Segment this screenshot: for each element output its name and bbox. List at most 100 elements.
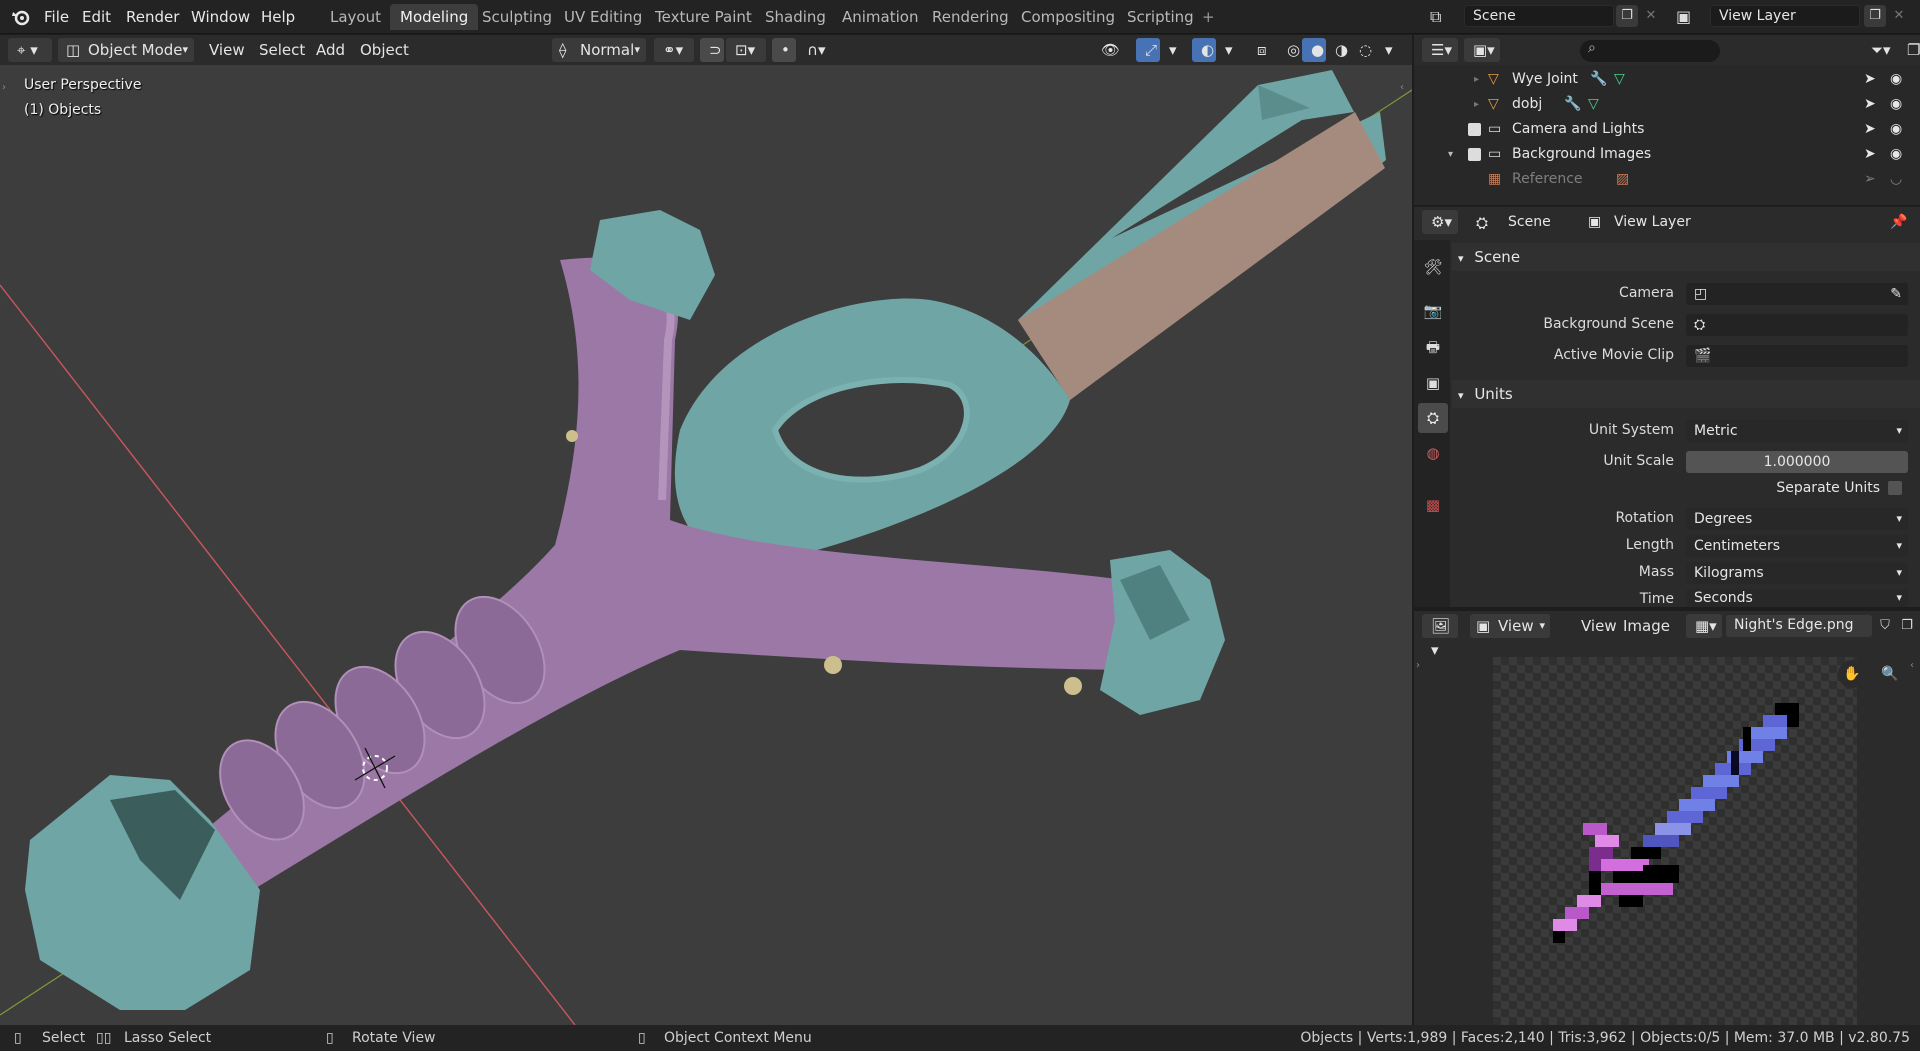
mode-selector[interactable]: ◫ Object Mode ▾ (58, 38, 194, 62)
rendered-shading-icon[interactable]: ◌ (1350, 38, 1374, 62)
selectable-arrow-icon[interactable]: ➤ (1864, 92, 1876, 117)
menu-file[interactable]: File (36, 0, 77, 34)
tab-scripting[interactable]: Scripting (1117, 4, 1204, 30)
tab-layout[interactable]: Layout (320, 4, 391, 30)
checkbox-icon[interactable] (1468, 123, 1481, 136)
browse-image-icon[interactable]: ▦▾ (1686, 614, 1722, 638)
image-editor-type-icon[interactable]: 🖼▾ (1422, 614, 1458, 659)
image-canvas[interactable] (1493, 657, 1857, 1025)
pivot-point-icon[interactable]: ⚭▾ (654, 38, 694, 62)
rotation-dropdown[interactable]: Degrees ▾ (1686, 508, 1908, 530)
filter-icon[interactable]: ⏷▾ (1862, 38, 1896, 62)
zoom-icon[interactable]: 🔍 (1876, 660, 1904, 688)
modifier-wrench-icon[interactable]: 🔧 (1590, 67, 1607, 92)
editor-type-icon[interactable]: ⌖ ▾ (8, 38, 52, 62)
visibility-icon[interactable]: 👁▾ (1092, 38, 1132, 83)
unit-scale-field[interactable]: 1.000000 (1686, 451, 1908, 473)
outliner-row[interactable]: ▸ ▽ Wye Joint 🔧 ▽ ➤ ◉ (1414, 67, 1920, 92)
selectable-arrow-icon[interactable]: ➤ (1864, 142, 1876, 167)
blender-logo-icon[interactable] (10, 7, 30, 27)
expand-arrow-icon[interactable]: ▸ (1474, 92, 1479, 117)
eye-icon[interactable]: ◉ (1890, 142, 1902, 167)
object-name[interactable]: dobj (1512, 92, 1542, 117)
close-scene-icon[interactable]: ✕ (1640, 5, 1662, 27)
menu-help[interactable]: Help (253, 0, 303, 34)
time-dropdown[interactable]: Seconds ▾ (1686, 589, 1908, 607)
collection-name[interactable]: Camera and Lights (1512, 117, 1644, 142)
mass-dropdown[interactable]: Kilograms ▾ (1686, 562, 1908, 584)
tab-modeling[interactable]: Modeling (390, 4, 479, 30)
tab-sculpting[interactable]: Sculpting (472, 4, 562, 30)
collection-name[interactable]: Background Images (1512, 142, 1651, 167)
menu-edit[interactable]: Edit (74, 0, 119, 34)
tab-compositing[interactable]: Compositing (1011, 4, 1125, 30)
menu-render[interactable]: Render (118, 0, 187, 34)
material-shading-icon[interactable]: ◑ (1326, 38, 1350, 62)
background-scene-field[interactable]: ⛭ (1686, 314, 1908, 336)
eye-icon[interactable]: ◉ (1890, 117, 1902, 142)
tool-tab-icon[interactable]: 🛠 (1418, 252, 1448, 282)
active-movie-clip-field[interactable]: 🎬 (1686, 345, 1908, 367)
eye-icon[interactable]: ◉ (1890, 92, 1902, 117)
view-layer-tab-icon[interactable]: ▣ (1418, 368, 1448, 398)
falloff-icon[interactable]: ∩▾ (798, 38, 836, 62)
outliner-search-input[interactable]: ⌕ (1580, 40, 1720, 62)
menu-select[interactable]: Select (250, 38, 314, 62)
selectable-arrow-icon[interactable]: ➤ (1864, 117, 1876, 142)
view-layer-icon[interactable]: ▣ (1676, 6, 1706, 28)
length-dropdown[interactable]: Centimeters ▾ (1686, 535, 1908, 557)
checkbox-icon[interactable] (1468, 148, 1481, 161)
xray-toggle-icon[interactable]: ⧈ (1248, 38, 1272, 62)
overlay-toggle-icon[interactable]: ◐ (1192, 38, 1216, 62)
solid-shading-icon[interactable]: ● (1302, 38, 1326, 62)
outliner-row[interactable]: ▸ ▽ dobj 🔧 ▽ ➤ ◉ (1414, 92, 1920, 117)
eyedropper-icon[interactable]: ✎ (1890, 283, 1902, 305)
outliner-row[interactable]: ▦ Reference ▨ ➢ ◡ (1414, 167, 1920, 192)
tab-rendering[interactable]: Rendering (922, 4, 1019, 30)
units-panel-header[interactable]: ▾ Units (1452, 380, 1920, 408)
sidebar-expand-icon[interactable]: ‹ (1910, 660, 1914, 671)
tab-animation[interactable]: Animation (832, 4, 928, 30)
eye-icon[interactable]: ◉ (1890, 67, 1902, 92)
view-layer-name-field[interactable]: View Layer (1710, 5, 1860, 27)
proportional-edit-icon[interactable]: • (772, 38, 796, 62)
outliner-editor-type-icon[interactable]: ☰▾ (1422, 38, 1458, 62)
new-image-icon[interactable]: ❐ (1896, 615, 1918, 637)
tab-texture-paint[interactable]: Texture Paint (645, 4, 762, 30)
close-view-layer-icon[interactable]: ✕ (1888, 5, 1910, 27)
toolbar-expand-icon[interactable]: › (2, 82, 6, 93)
view-mode-selector[interactable]: ▣ View ▾ (1470, 614, 1550, 638)
wireframe-shading-icon[interactable]: ◎ (1278, 38, 1302, 62)
3d-viewport[interactable]: User Perspective (1) Objects › ‹ (0, 65, 1412, 1025)
menu-image[interactable]: Image (1614, 614, 1679, 638)
snap-toggle-icon[interactable]: ⊃ (700, 38, 724, 62)
transform-orientation-selector[interactable]: ⟠ Normal ▾ (552, 38, 646, 62)
tab-uv-editing[interactable]: UV Editing (554, 4, 652, 30)
pan-hand-icon[interactable]: ✋ (1838, 660, 1866, 688)
new-scene-icon[interactable]: ❐ (1616, 5, 1638, 27)
separate-units-checkbox[interactable] (1888, 481, 1902, 495)
object-name[interactable]: Wye Joint (1512, 67, 1578, 92)
pin-icon[interactable]: 📌 (1890, 214, 1907, 230)
collapse-arrow-icon[interactable]: ▾ (1448, 142, 1453, 167)
new-view-layer-icon[interactable]: ❐ (1864, 5, 1886, 27)
unit-system-dropdown[interactable]: Metric ▾ (1686, 420, 1908, 442)
sidebar-expand-icon[interactable]: ‹ (1400, 82, 1404, 93)
new-collection-icon[interactable]: ❐ (1898, 38, 1920, 62)
selectable-arrow-icon[interactable]: ➤ (1864, 67, 1876, 92)
mesh-data-icon[interactable]: ▽ (1614, 67, 1625, 92)
properties-editor-type-icon[interactable]: ⚙▾ (1422, 210, 1458, 234)
overlay-options-icon[interactable]: ▾ (1216, 38, 1234, 62)
scene-icon[interactable]: ⧉ (1430, 6, 1460, 28)
outliner-row[interactable]: ▭ Camera and Lights ➤ ◉ (1414, 117, 1920, 142)
shading-options-icon[interactable]: ▾ (1376, 38, 1394, 62)
gizmo-toggle-icon[interactable]: ⤢ (1136, 38, 1160, 62)
gizmo-options-icon[interactable]: ▾ (1160, 38, 1178, 62)
menu-window[interactable]: Window (183, 0, 258, 34)
eye-closed-icon[interactable]: ◡ (1890, 167, 1902, 192)
scene-panel-header[interactable]: ▾ Scene (1452, 243, 1920, 271)
mesh-data-icon[interactable]: ▽ (1588, 92, 1599, 117)
outliner-row[interactable]: ▾ ▭ Background Images ➤ ◉ (1414, 142, 1920, 167)
snap-target-icon[interactable]: ⊡▾ (726, 38, 766, 62)
expand-arrow-icon[interactable]: ▸ (1474, 67, 1479, 92)
